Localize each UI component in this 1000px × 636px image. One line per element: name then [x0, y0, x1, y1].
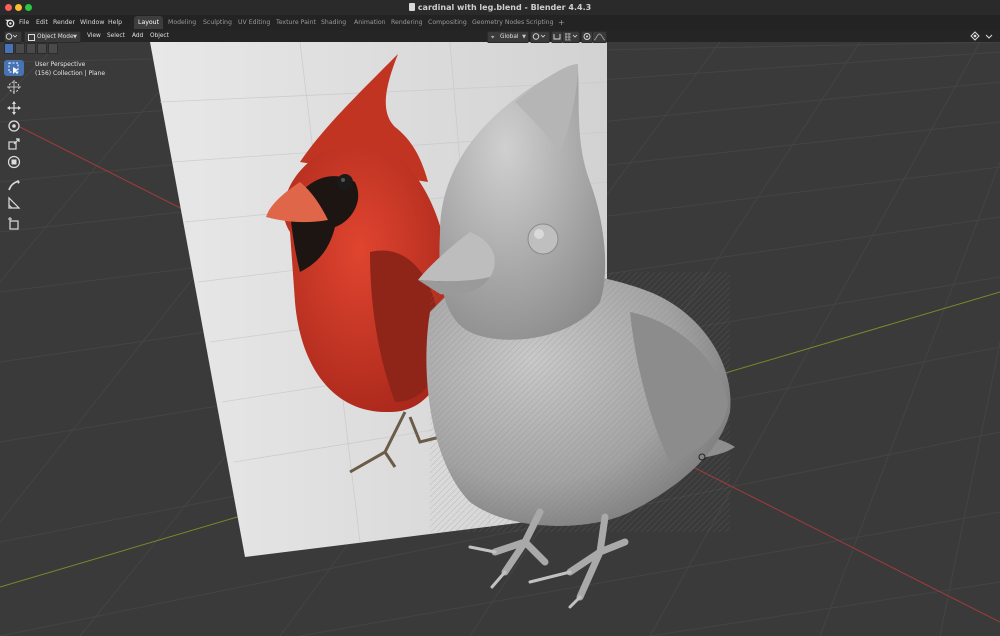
viewport-scene[interactable] — [0, 42, 1000, 636]
tab-geometry-nodes[interactable]: Geometry Nodes — [468, 16, 528, 29]
mode-label: Object Mode — [37, 34, 74, 40]
select-mode-new-button[interactable] — [4, 43, 14, 54]
gizmo-icon — [970, 31, 980, 41]
tab-animation[interactable]: Animation — [350, 16, 390, 29]
proportional-icon — [583, 33, 591, 40]
tab-compositing[interactable]: Compositing — [424, 16, 471, 29]
menu-edit[interactable]: Edit — [36, 15, 48, 30]
3d-viewport[interactable]: User Perspective (156) Collection | Plan… — [0, 42, 1000, 636]
overlays-dropdown[interactable] — [984, 31, 994, 41]
annotate-icon — [8, 180, 20, 191]
scale-icon — [8, 138, 20, 150]
tab-modeling[interactable]: Modeling — [164, 16, 200, 29]
editor-type-icon — [5, 33, 18, 40]
menu-object[interactable]: Object — [150, 30, 169, 42]
tool-move[interactable] — [4, 100, 24, 116]
menu-view[interactable]: View — [87, 30, 101, 42]
collection-info-label: (156) Collection | Plane — [35, 70, 106, 77]
pivot-point-dropdown[interactable] — [530, 31, 550, 43]
select-mode-extend-button[interactable] — [15, 43, 25, 54]
mode-dropdown[interactable]: Object Mode ▼ — [24, 31, 81, 43]
cursor-icon — [7, 80, 21, 94]
tool-select-box[interactable] — [4, 60, 24, 76]
rotate-icon — [8, 120, 20, 132]
file-icon — [408, 3, 415, 11]
move-icon — [7, 101, 21, 115]
tab-uv-editing[interactable]: UV Editing — [234, 16, 274, 29]
editor-type-button[interactable] — [4, 31, 22, 43]
menu-add[interactable]: Add — [132, 30, 143, 42]
select-mode-invert-button[interactable] — [37, 43, 47, 54]
add-workspace-button[interactable]: + — [554, 16, 569, 29]
tool-transform[interactable] — [4, 154, 24, 170]
orientation-icon: ⌖ — [491, 34, 495, 41]
menu-render[interactable]: Render — [53, 15, 75, 30]
tool-cursor[interactable] — [4, 79, 24, 95]
measure-icon — [8, 196, 21, 209]
tab-scripting[interactable]: Scripting — [522, 16, 558, 29]
menu-help[interactable]: Help — [108, 15, 122, 30]
falloff-icon — [593, 33, 606, 41]
snap-target-dropdown[interactable] — [562, 31, 580, 43]
chevron-down-icon — [985, 34, 993, 39]
select-mode-intersect-button[interactable] — [48, 43, 58, 54]
tab-texture-paint[interactable]: Texture Paint — [272, 16, 320, 29]
tool-scale[interactable] — [4, 136, 24, 152]
viewport-header: Object Mode ▼ View Select Add Object ⌖ G… — [0, 30, 1000, 43]
tab-shading[interactable]: Shading — [317, 16, 350, 29]
chevron-down-icon: ▼ — [73, 34, 77, 40]
chevron-down-icon: ▼ — [522, 34, 526, 40]
select-box-icon — [8, 62, 19, 74]
falloff-dropdown[interactable] — [592, 31, 607, 43]
viewport-gizmos-toggle[interactable] — [970, 31, 980, 41]
select-mode-subtract-button[interactable] — [26, 43, 36, 54]
menu-select[interactable]: Select — [107, 30, 125, 42]
menu-file[interactable]: File — [19, 15, 29, 30]
grid-snap-icon — [565, 33, 578, 41]
pivot-icon — [532, 33, 546, 40]
transform-orientation-dropdown[interactable]: ⌖ Global ▼ — [487, 31, 529, 43]
tab-layout[interactable]: Layout — [134, 16, 164, 29]
tool-add-cube[interactable] — [4, 216, 24, 232]
tool-measure[interactable] — [4, 195, 24, 211]
snap-icon — [553, 34, 561, 40]
orientation-label: Global — [500, 34, 519, 40]
add-cube-icon — [8, 217, 19, 230]
view-perspective-label: User Perspective — [35, 61, 86, 68]
object-mode-icon — [28, 34, 35, 41]
top-bar: File Edit Render Window Help Layout Mode… — [0, 15, 1000, 30]
blender-window: { "window": { "title": "cardinal with le… — [0, 0, 1000, 636]
blender-logo-icon[interactable] — [4, 17, 15, 28]
tab-rendering[interactable]: Rendering — [387, 16, 427, 29]
transform-icon — [7, 155, 21, 169]
tool-rotate[interactable] — [4, 118, 24, 134]
tab-sculpting[interactable]: Sculpting — [199, 16, 236, 29]
title-bar: cardinal with leg.blend - Blender 4.4.3 — [0, 0, 1000, 15]
window-title: cardinal with leg.blend - Blender 4.4.3 — [0, 0, 1000, 15]
tool-annotate[interactable] — [4, 177, 24, 193]
menu-window[interactable]: Window — [80, 15, 104, 30]
